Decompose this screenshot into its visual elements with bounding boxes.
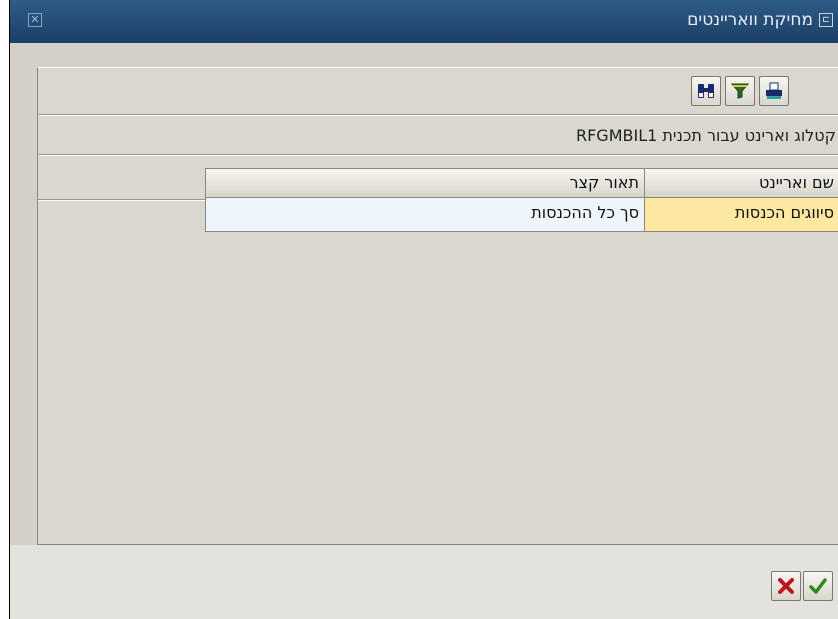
content-panel: קטלוג וארינט עבור תכנית RFGMBIL1 שם וארי… [37,67,838,545]
window-menu-icon[interactable]: ⊏ [819,13,833,27]
grid-left-divider [38,199,205,201]
column-header-variant-name[interactable]: שם ואריינט [643,168,838,198]
table-row-description-cell[interactable]: סך כל ההכנסות [205,198,645,232]
cancel-button[interactable] [771,571,801,601]
caption-divider [38,154,838,156]
dialog-window: ✕ מחיקת וואריינטים ⊏ קטלוג וארינט עבור ת… [9,0,838,619]
close-icon[interactable]: ✕ [28,13,42,27]
check-icon [809,578,827,594]
title-bar: ✕ מחיקת וואריינטים ⊏ [10,0,838,43]
find-button[interactable] [691,76,721,106]
window-title: מחיקת וואריינטים [687,10,813,30]
cancel-x-icon [778,578,794,594]
button-bar [10,545,838,619]
catalog-caption: קטלוג וארינט עבור תכנית RFGMBIL1 [575,126,836,145]
confirm-button[interactable] [803,571,833,601]
print-button[interactable] [759,76,789,106]
print-icon [766,82,782,99]
binoculars-icon [698,84,714,98]
filter-button[interactable] [725,76,755,106]
application-toolbar [689,76,838,106]
toolbar-divider [38,114,838,116]
filter-icon [730,83,750,99]
table-row-variant-name-cell[interactable]: סיווגים הכנסות [643,198,838,232]
column-header-description[interactable]: תאור קצר [205,168,645,198]
